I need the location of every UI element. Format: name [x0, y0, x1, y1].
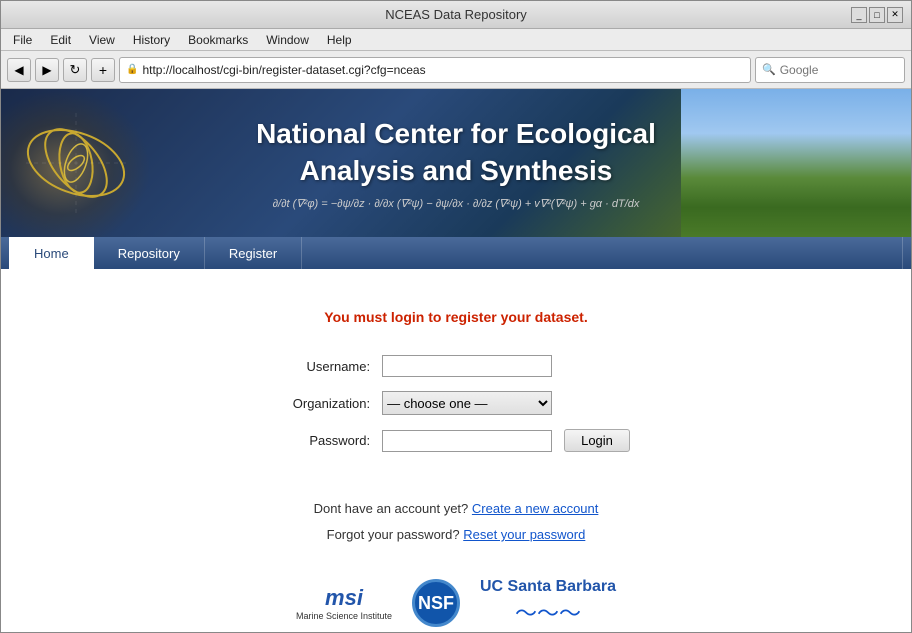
create-account-link[interactable]: Create a new account [472, 501, 598, 516]
username-label: Username: [282, 359, 382, 374]
menu-edit[interactable]: Edit [42, 31, 79, 49]
menu-bar: File Edit View History Bookmarks Window … [1, 29, 911, 51]
msi-subtext: Marine Science Institute [296, 611, 392, 621]
ucsb-wave: 〜〜〜 [480, 596, 616, 628]
minimize-button[interactable]: _ [851, 7, 867, 23]
main-content: You must login to register your dataset.… [1, 269, 911, 632]
menu-help[interactable]: Help [319, 31, 360, 49]
nsf-label: NSF [418, 593, 454, 614]
browser-content: National Center for Ecological Analysis … [1, 89, 911, 632]
password-label: Password: [282, 433, 382, 448]
menu-file[interactable]: File [5, 31, 40, 49]
nsf-logo: NSF [412, 579, 460, 627]
menu-history[interactable]: History [125, 31, 178, 49]
banner-left-art [1, 89, 151, 237]
forgot-password-text: Forgot your password? [327, 527, 460, 542]
banner-right-photo [681, 89, 911, 237]
toolbar: ◀ ▶ ↻ + 🔒 🔍 [1, 51, 911, 89]
reset-password-link[interactable]: Reset your password [463, 527, 585, 542]
mountain-image [681, 89, 911, 237]
search-bar[interactable]: 🔍 [755, 57, 905, 83]
msi-logo: msi Marine Science Institute [296, 585, 392, 621]
menu-bookmarks[interactable]: Bookmarks [180, 31, 256, 49]
links-section: Dont have an account yet? Create a new a… [21, 496, 891, 548]
title-bar: NCEAS Data Repository _ □ ✕ [1, 1, 911, 29]
window-controls: _ □ ✕ [851, 7, 903, 23]
password-input[interactable] [382, 430, 552, 452]
no-account-text: Dont have an account yet? [314, 501, 469, 516]
banner-equation: ∂/∂t (∇²φ) = −∂ψ/∂z · ∂/∂x (∇²ψ) − ∂ψ/∂x… [256, 197, 656, 210]
maximize-button[interactable]: □ [869, 7, 885, 23]
add-tab-button[interactable]: + [91, 58, 115, 82]
footer-logos: msi Marine Science Institute NSF UC Sant… [21, 578, 891, 628]
banner-title-line2: Analysis and Synthesis [256, 153, 656, 189]
organization-select[interactable]: — choose one — [382, 391, 552, 415]
nav-bar: Home Repository Register [1, 237, 911, 269]
create-account-row: Dont have an account yet? Create a new a… [21, 496, 891, 522]
login-form: Username: Organization: — choose one — P… [282, 355, 630, 466]
back-button[interactable]: ◀ [7, 58, 31, 82]
ucsb-logo: UC Santa Barbara 〜〜〜 [480, 578, 616, 628]
nav-repository[interactable]: Repository [94, 237, 205, 269]
menu-view[interactable]: View [81, 31, 123, 49]
organization-label: Organization: [282, 396, 382, 411]
search-icon: 🔍 [762, 63, 776, 76]
browser-window: NCEAS Data Repository _ □ ✕ File Edit Vi… [0, 0, 912, 633]
login-message: You must login to register your dataset. [21, 309, 891, 325]
login-button[interactable]: Login [564, 429, 630, 452]
msi-name: msi [296, 585, 392, 611]
search-input[interactable] [780, 63, 880, 77]
forward-button[interactable]: ▶ [35, 58, 59, 82]
address-input[interactable] [142, 63, 744, 77]
spiral-svg [16, 103, 136, 223]
reset-password-row: Forgot your password? Reset your passwor… [21, 522, 891, 548]
address-icon: 🔒 [126, 64, 138, 75]
username-input[interactable] [382, 355, 552, 377]
password-row: Password: Login [282, 429, 630, 452]
reload-button[interactable]: ↻ [63, 58, 87, 82]
nav-register[interactable]: Register [205, 237, 302, 269]
nav-empty[interactable] [302, 237, 903, 269]
username-row: Username: [282, 355, 630, 377]
ucsb-label: UC Santa Barbara [480, 578, 616, 596]
banner-center: National Center for Ecological Analysis … [256, 116, 656, 210]
banner-title-line1: National Center for Ecological [256, 116, 656, 152]
nav-home[interactable]: Home [9, 237, 94, 269]
nceas-banner: National Center for Ecological Analysis … [1, 89, 911, 237]
menu-window[interactable]: Window [258, 31, 317, 49]
address-bar[interactable]: 🔒 [119, 57, 751, 83]
window-title: NCEAS Data Repository [385, 7, 527, 22]
close-button[interactable]: ✕ [887, 7, 903, 23]
organization-row: Organization: — choose one — [282, 391, 630, 415]
